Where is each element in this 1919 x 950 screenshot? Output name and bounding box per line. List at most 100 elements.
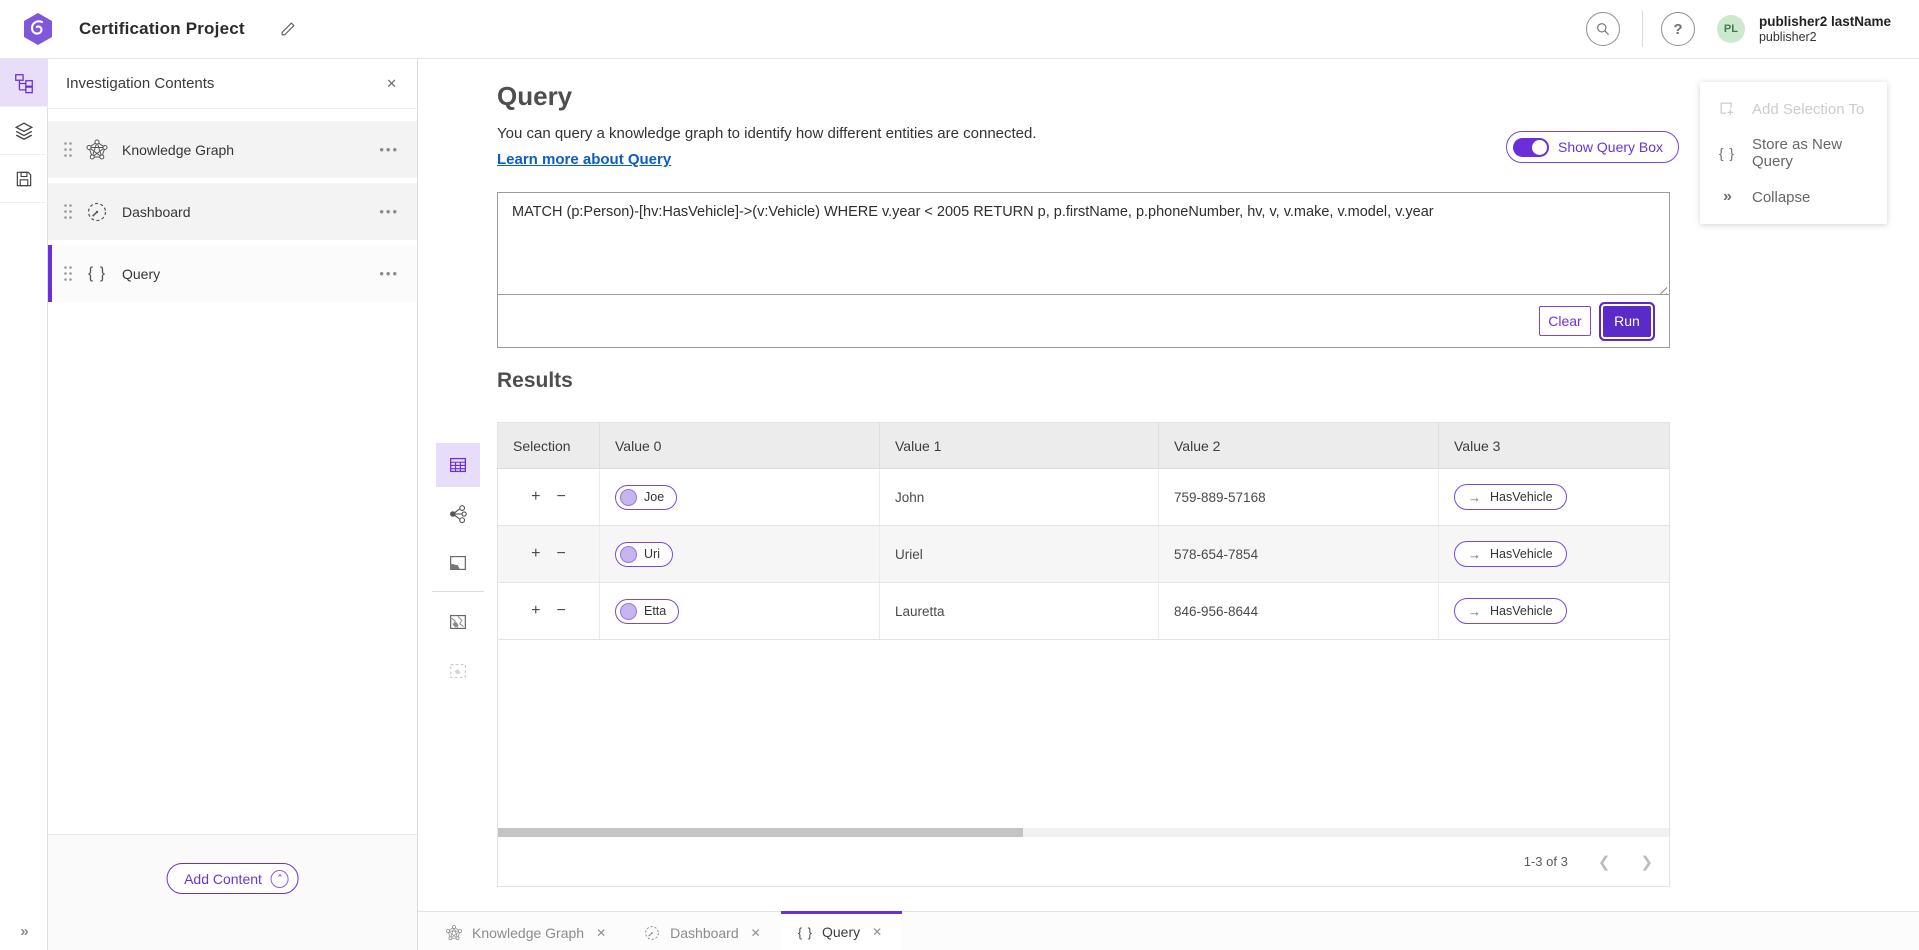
toggle-knob [1532, 140, 1547, 155]
arrow-right-icon: → [1468, 548, 1481, 561]
drag-handle-icon[interactable] [62, 203, 74, 220]
content-item-knowledge-graph[interactable]: Knowledge Graph ••• [48, 121, 417, 178]
relation-name: HasVehicle [1490, 604, 1553, 618]
horizontal-scrollbar[interactable] [498, 828, 1669, 837]
menu-item-store-as-new-query[interactable]: { } Store as New Query [1700, 131, 1887, 175]
table-row: + − Uri Uriel 578-654-7854 → HasVehicle [498, 526, 1669, 583]
close-tab-icon[interactable]: ✕ [869, 922, 885, 942]
add-to-selection-button[interactable]: + [531, 489, 540, 505]
value-cell: John [880, 469, 1159, 525]
rail-item-save[interactable] [0, 155, 48, 203]
topbar-divider [1642, 11, 1643, 47]
user-info: publisher2 lastName publisher2 [1759, 14, 1891, 44]
selection-cell: + − [498, 469, 600, 525]
add-content-button[interactable]: Add Content ⌃ [166, 863, 299, 894]
question-mark-icon: ? [1673, 21, 1682, 38]
drag-handle-icon[interactable] [62, 141, 74, 158]
remove-from-selection-button[interactable]: − [557, 489, 566, 505]
search-button[interactable] [1586, 12, 1620, 46]
content-item-label: Dashboard [122, 204, 371, 220]
chevron-up-icon: ⌃ [271, 870, 289, 888]
column-header: Value 2 [1159, 423, 1439, 468]
content-item-query[interactable]: { } Query ••• [48, 245, 417, 302]
add-to-selection-button[interactable]: + [531, 546, 540, 562]
geo-map-view-button[interactable] [436, 600, 480, 644]
entity-name: Joe [644, 490, 664, 504]
geo-map-icon [447, 611, 469, 633]
rail-item-investigation-contents[interactable] [0, 59, 48, 107]
content-item-label: Query [122, 266, 371, 282]
query-braces-icon: { } [1716, 145, 1738, 161]
disabled-view-button [436, 649, 480, 693]
value-cell: 578-654-7854 [1159, 526, 1439, 582]
relation-chip[interactable]: → HasVehicle [1454, 484, 1567, 510]
learn-more-link[interactable]: Learn more about Query [497, 151, 671, 168]
close-tab-icon[interactable]: ✕ [593, 923, 609, 943]
clear-button[interactable]: Clear [1539, 306, 1591, 336]
show-query-box-toggle[interactable]: Show Query Box [1506, 131, 1679, 163]
remove-from-selection-button[interactable]: − [557, 546, 566, 562]
table-view-button[interactable] [436, 443, 480, 487]
previous-page-button[interactable]: ❮ [1598, 853, 1611, 871]
column-header: Value 3 [1439, 423, 1669, 468]
entity-node-icon [620, 546, 637, 563]
project-title: Certification Project [79, 19, 245, 39]
tab-query[interactable]: { } Query ✕ [781, 911, 902, 950]
relation-cell: → HasVehicle [1439, 526, 1669, 582]
value-cell: 759-889-57168 [1159, 469, 1439, 525]
table-header-row: Selection Value 0 Value 1 Value 2 Value … [498, 423, 1669, 469]
arrow-right-icon: → [1468, 605, 1481, 618]
table-row: + − Etta Lauretta 846-956-8644 → HasVehi… [498, 583, 1669, 640]
selection-cell: + − [498, 583, 600, 639]
content-item-dashboard[interactable]: Dashboard ••• [48, 183, 417, 240]
entity-node-chip[interactable]: Uri [615, 542, 673, 567]
remove-from-selection-button[interactable]: − [557, 603, 566, 619]
query-context-menu: Add Selection To { } Store as New Query … [1700, 82, 1887, 224]
close-tab-icon[interactable]: ✕ [748, 923, 764, 943]
add-to-selection-button[interactable]: + [531, 603, 540, 619]
entity-node-chip[interactable]: Etta [615, 599, 679, 624]
relation-name: HasVehicle [1490, 490, 1553, 504]
scrollbar-thumb[interactable] [498, 828, 1023, 837]
entity-cell: Uri [600, 526, 880, 582]
item-overflow-menu-icon[interactable]: ••• [371, 198, 407, 225]
item-overflow-menu-icon[interactable]: ••• [371, 136, 407, 163]
table-row: + − Joe John 759-889-57168 → HasVehicle [498, 469, 1669, 526]
toggle-switch-on[interactable] [1513, 138, 1549, 157]
edit-title-button[interactable] [275, 16, 301, 42]
entity-name: Uri [644, 547, 660, 561]
close-panel-button[interactable]: ✕ [382, 72, 401, 96]
panel-header: Investigation Contents ✕ [48, 59, 417, 109]
expand-rail-button[interactable]: » [0, 923, 48, 940]
table-icon [447, 454, 469, 476]
tab-knowledge-graph[interactable]: Knowledge Graph ✕ [428, 912, 626, 950]
help-button[interactable]: ? [1661, 12, 1695, 46]
panel-title: Investigation Contents [66, 75, 214, 92]
next-page-button[interactable]: ❯ [1640, 853, 1653, 871]
tab-dashboard[interactable]: Dashboard ✕ [626, 912, 781, 950]
entity-cell: Etta [600, 583, 880, 639]
selection-cell: + − [498, 526, 600, 582]
arrow-right-icon: → [1468, 491, 1481, 504]
user-avatar[interactable]: PL [1717, 15, 1745, 43]
query-braces-icon: { } [798, 925, 813, 940]
relation-chip[interactable]: → HasVehicle [1454, 541, 1567, 567]
contents-list: Knowledge Graph ••• [48, 109, 417, 302]
rail-item-layers[interactable] [0, 107, 48, 155]
map-view-button[interactable] [436, 541, 480, 585]
value-cell: 846-956-8644 [1159, 583, 1439, 639]
network-view-button[interactable] [436, 492, 480, 536]
relation-chip[interactable]: → HasVehicle [1454, 598, 1567, 624]
show-query-box-label: Show Query Box [1558, 139, 1663, 155]
user-subtitle: publisher2 [1759, 30, 1891, 44]
query-input[interactable]: MATCH (p:Person)-[hv:HasVehicle]->(v:Veh… [498, 193, 1669, 295]
item-overflow-menu-icon[interactable]: ••• [371, 260, 407, 287]
add-to-container-icon [1716, 99, 1738, 119]
tab-label: Query [822, 924, 860, 940]
search-icon [1595, 21, 1611, 37]
results-title: Results [497, 369, 573, 393]
drag-handle-icon[interactable] [62, 265, 74, 282]
run-button[interactable]: Run [1603, 306, 1651, 337]
entity-node-chip[interactable]: Joe [615, 485, 677, 510]
menu-item-collapse[interactable]: » Collapse [1700, 175, 1887, 219]
